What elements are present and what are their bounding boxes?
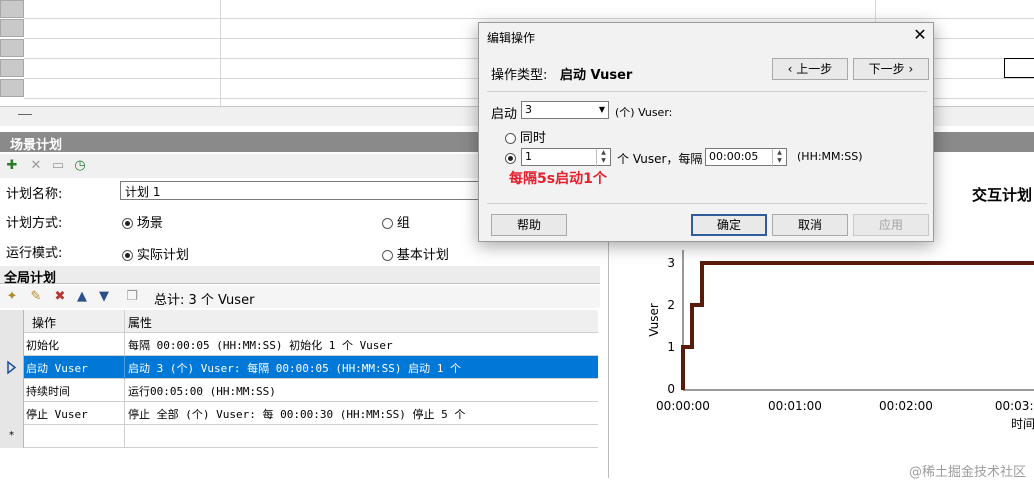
interval-format-label: (HH:MM:SS): [797, 150, 863, 163]
schedule-name-field[interactable]: 计划 1: [120, 181, 480, 200]
x-tick-label: 00:03:0: [995, 399, 1034, 413]
spin-updown-icon[interactable]: ▲ ▼: [772, 149, 786, 167]
radio-selected-icon: [505, 153, 516, 164]
table-row[interactable]: 初始化 每隔 00:00:05 (HH:MM:SS) 初始化 1 个 Vuser: [0, 333, 598, 356]
delete-icon[interactable]: ✕: [28, 158, 44, 174]
row-pointer-icon: [7, 360, 17, 375]
spin-updown-icon[interactable]: ▲ ▼: [596, 149, 610, 167]
schedule-mode-label: 计划方式:: [6, 216, 63, 231]
dialog-title: 编辑操作: [487, 31, 536, 45]
simultaneous-radio[interactable]: 同时: [505, 127, 546, 146]
row-header[interactable]: [0, 79, 24, 97]
row-header[interactable]: [0, 39, 24, 57]
radio-empty-icon: [505, 133, 516, 144]
divider: [487, 203, 927, 204]
row-header[interactable]: [0, 59, 24, 77]
move-up-icon[interactable]: ▲: [74, 289, 90, 305]
edit-action-icon[interactable]: ✎: [28, 289, 44, 305]
apply-button[interactable]: 应用: [853, 214, 929, 236]
global-schedule-header: 全局计划: [0, 266, 600, 286]
chevron-left-icon: ‹: [787, 62, 797, 76]
x-tick-label: 00:00:00: [656, 399, 710, 413]
vuser-step-line: [681, 261, 1034, 390]
watermark: @稀土掘金技术社区: [908, 465, 1026, 480]
y-tick-label: 2: [667, 298, 675, 312]
annotation-text: 每隔5s启动1个: [509, 171, 607, 187]
mode-group-radio[interactable]: 组: [382, 212, 410, 231]
total-vusers: 总计: 3 个 Vuser: [154, 293, 255, 308]
schedule-name-label: 计划名称:: [6, 187, 63, 202]
op-type-label: 操作类型:: [491, 68, 548, 83]
chart-title: 交互计划: [972, 186, 1033, 204]
next-step-button[interactable]: 下一步 ›: [853, 58, 929, 80]
radio-selected-icon: [122, 250, 133, 261]
y-tick-label: 0: [667, 382, 675, 396]
chevron-down-icon: ▼: [598, 105, 605, 114]
table-header-row: 操作 属性: [0, 310, 598, 333]
mode-scenario-radio[interactable]: 场景: [122, 212, 163, 231]
delete-action-icon[interactable]: ✖: [52, 289, 68, 305]
selected-cell[interactable]: [1004, 58, 1034, 78]
column-header-props[interactable]: 属性: [128, 314, 598, 331]
radio-empty-icon: [382, 218, 393, 229]
move-down-icon[interactable]: ▼: [96, 289, 112, 305]
divider: [487, 91, 927, 92]
cancel-button[interactable]: 取消: [772, 214, 848, 236]
start-unit-label: (个) Vuser:: [615, 106, 673, 119]
global-toolbar: ✦ ✎ ✖ ▲ ▼ ❐ 总计: 3 个 Vuser: [0, 286, 600, 308]
row-header[interactable]: [0, 19, 24, 37]
new-schedule-icon[interactable]: ✚: [4, 158, 20, 174]
y-tick-label: 3: [667, 256, 675, 270]
schedule-actions-table: 操作 属性 初始化 每隔 00:00:05 (HH:MM:SS) 初始化 1 个…: [0, 310, 600, 470]
y-tick-label: 1: [667, 340, 675, 354]
table-row-new[interactable]: *: [0, 425, 598, 448]
schedule-clock-icon[interactable]: ◷: [72, 158, 88, 174]
copy-icon[interactable]: ❐: [124, 289, 140, 305]
table-row[interactable]: 停止 Vuser 停止 全部 (个) Vuser: 每 00:00:30 (HH…: [0, 402, 598, 425]
radio-empty-icon: [382, 250, 393, 261]
chevron-right-icon: ›: [904, 62, 914, 76]
table-row-selected[interactable]: 启动 Vuser 启动 3 (个) Vuser: 每隔 00:00:05 (HH…: [0, 356, 598, 379]
prev-step-button[interactable]: ‹ 上一步: [772, 58, 848, 80]
start-label: 启动: [491, 107, 518, 122]
start-count-select[interactable]: 3 ▼: [521, 101, 609, 119]
add-action-icon[interactable]: ✦: [4, 289, 20, 305]
op-type-value: 启动 Vuser: [560, 68, 633, 83]
x-axis-label: 时间: [1011, 417, 1034, 431]
rename-icon[interactable]: ▭: [50, 158, 66, 174]
table-row[interactable]: 持续时间 运行00:05:00 (HH:MM:SS): [0, 379, 598, 402]
schedule-chart: Vuser 3 2 1 0 00:00:00 00:01:00 00:02:00…: [647, 250, 1034, 431]
edit-action-dialog: 编辑操作 ✕ 操作类型: 启动 Vuser ‹ 上一步 下一步 › 启动 3 ▼…: [478, 22, 934, 242]
radio-selected-icon: [122, 218, 133, 229]
schedule-chart-panel: Vuser 3 2 1 0 00:00:00 00:01:00 00:02:00…: [608, 240, 1034, 478]
run-mode-label: 运行模式:: [6, 246, 63, 261]
help-button[interactable]: 帮助: [491, 214, 567, 236]
close-icon[interactable]: ✕: [911, 26, 929, 44]
interval-radio[interactable]: [505, 151, 516, 165]
x-tick-label: 00:02:00: [879, 399, 933, 413]
column-header-action[interactable]: 操作: [32, 314, 128, 331]
ok-button[interactable]: 确定: [691, 214, 767, 236]
interval-unit-label: 个 Vuser，每隔: [617, 152, 703, 166]
interval-time-field[interactable]: 00:00:05 ▲ ▼: [705, 148, 787, 167]
minimize-icon[interactable]: [18, 114, 32, 115]
run-basic-radio[interactable]: 基本计划: [382, 244, 449, 263]
x-tick-label: 00:01:00: [768, 399, 822, 413]
run-real-radio[interactable]: 实际计划: [122, 244, 189, 263]
row-header[interactable]: [0, 0, 24, 18]
y-axis-label: Vuser: [647, 303, 661, 337]
interval-count-field[interactable]: 1 ▲ ▼: [521, 148, 611, 167]
